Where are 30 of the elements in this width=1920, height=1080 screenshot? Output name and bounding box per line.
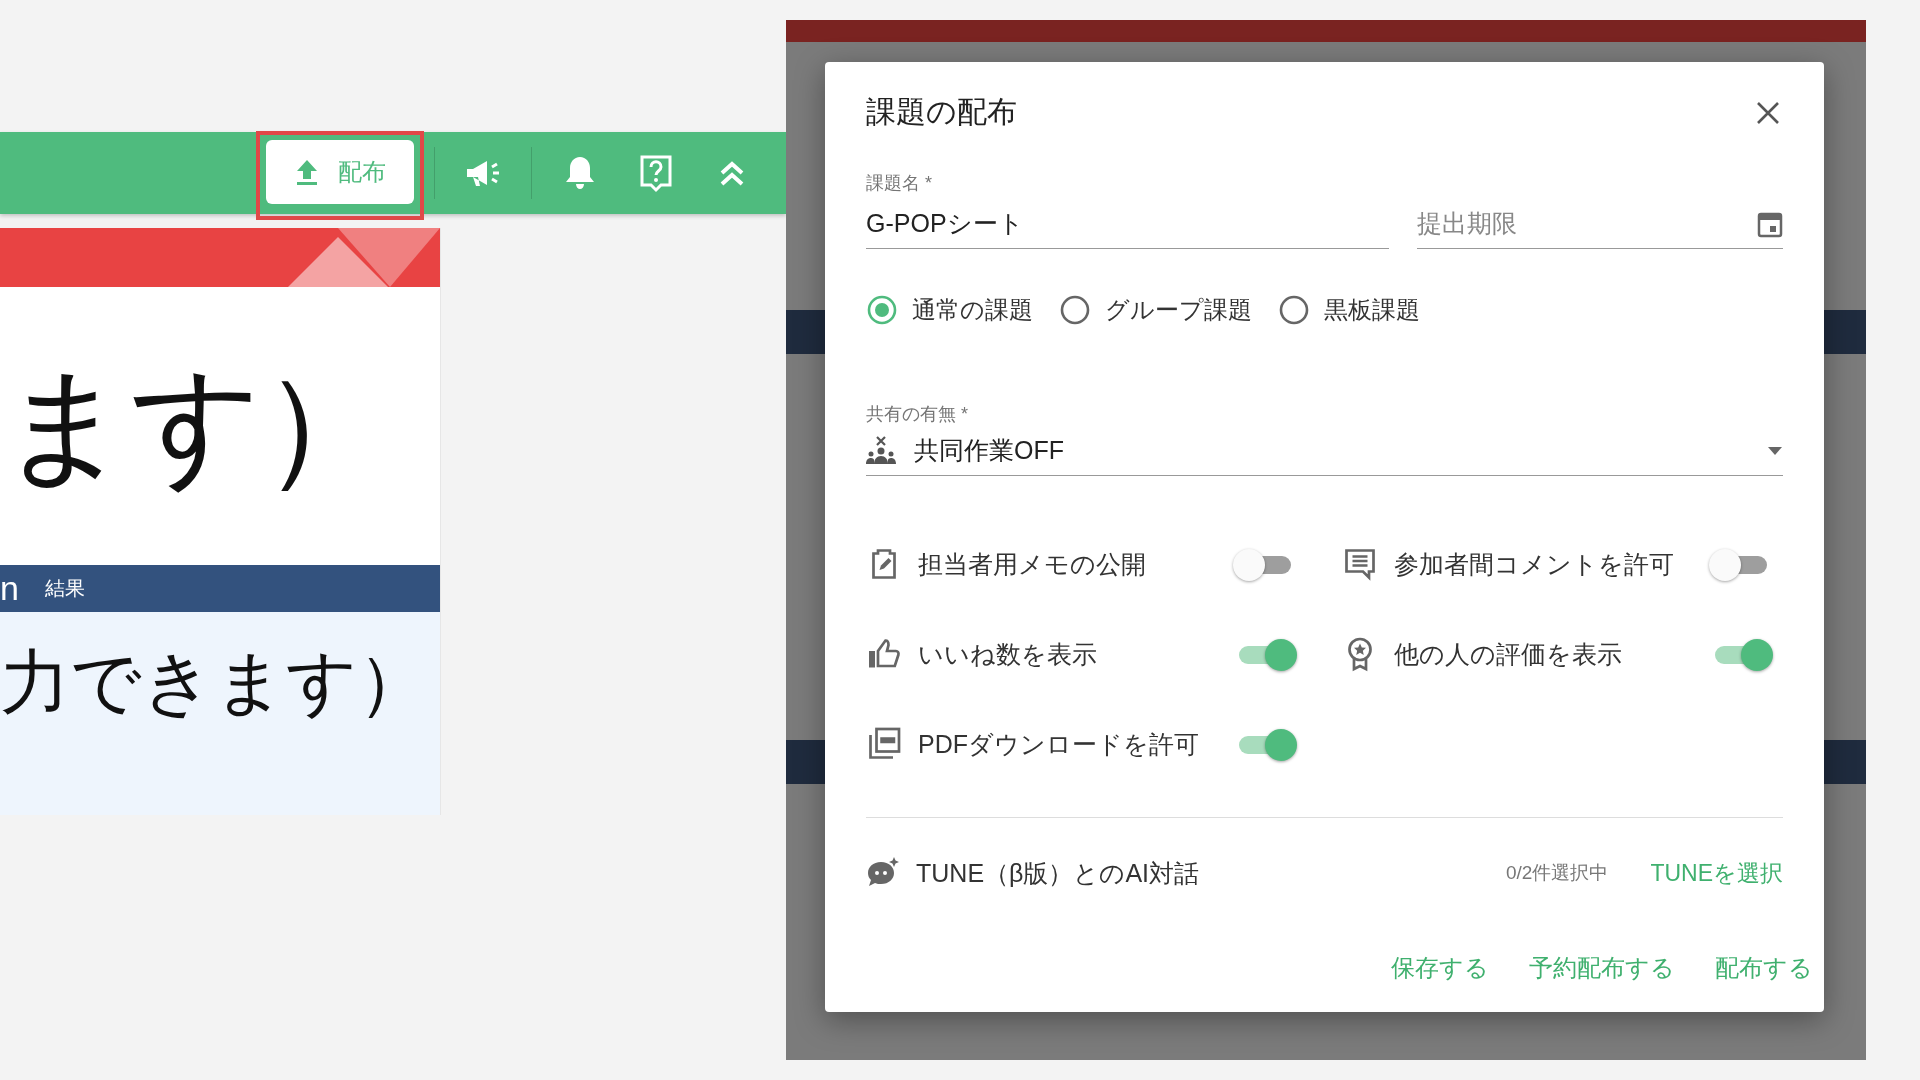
select-tune-link[interactable]: TUNEを選択 [1650,857,1783,889]
radio-button[interactable] [1278,294,1310,326]
distribute-button[interactable]: 配布 [266,139,414,204]
slide-heading: ます） [0,351,390,498]
section-prefix: n [0,569,19,608]
radio-option[interactable]: 黒板課題 [1278,294,1420,326]
pdf-file-icon [866,726,902,762]
option-label: PDFダウンロードを許可 [918,728,1200,760]
share-select[interactable]: 共有の有無 * 共同作業OFF [866,402,1783,476]
comment-icon [1342,546,1378,582]
dialog-title: 課題の配布 [866,94,1017,130]
tune-label: TUNE（β版）とのAI対話 [916,857,1201,889]
radio-option[interactable]: 通常の課題 [866,294,1033,326]
action-button[interactable]: 保存する [1391,952,1489,984]
selection-count: 0/2件選択中 [1505,861,1609,885]
option-label: 参加者間コメントを許可 [1394,548,1675,580]
dropdown-caret-icon[interactable] [1767,445,1783,456]
title-field[interactable]: 課題名 * G-POPシート [866,171,1390,249]
option-label: 担当者用メモの公開 [918,548,1147,580]
option-label: いいね数を表示 [918,638,1098,670]
section-label: 結果 [44,576,85,601]
due-date-field[interactable]: 提出期限 [1417,171,1783,249]
action-button[interactable]: 配布する [1715,952,1813,984]
option-label: 他の人の評価を表示 [1394,638,1623,670]
action-button[interactable]: 予約配布する [1529,952,1675,984]
radio-button[interactable] [866,294,898,326]
radio-button[interactable] [1059,294,1091,326]
body-text: 力できます） [0,642,428,723]
people-icon [866,434,898,467]
radio-option[interactable]: グループ課題 [1059,294,1252,326]
